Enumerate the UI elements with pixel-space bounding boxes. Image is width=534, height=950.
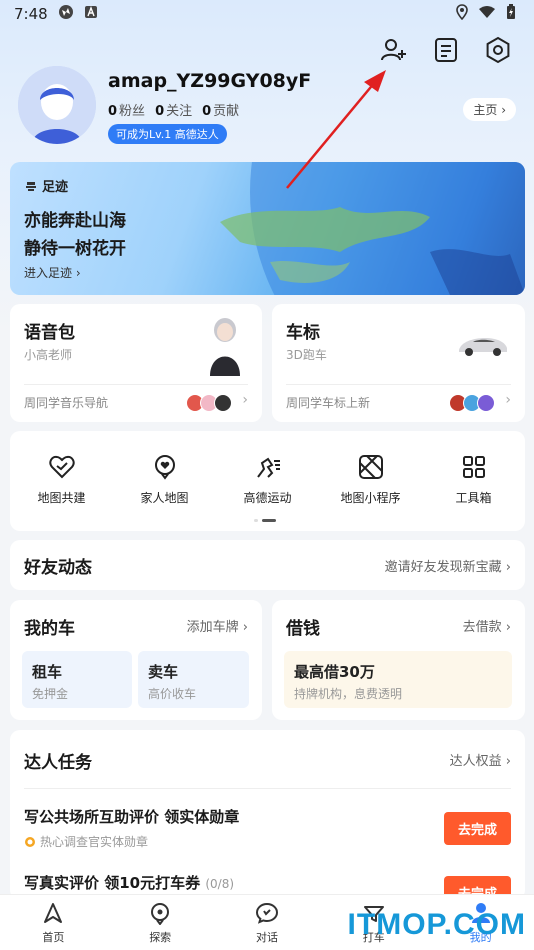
sell-car-box[interactable]: 卖车 高价收车 bbox=[138, 651, 249, 708]
fans-stat[interactable]: 0 粉丝 bbox=[108, 100, 145, 119]
voice-pack-subtitle: 小高老师 bbox=[24, 348, 73, 362]
username: amap_YZ99GY08yF bbox=[108, 70, 312, 92]
go-borrow-link[interactable]: 去借款 › bbox=[463, 616, 511, 635]
task-subtitle: 热心调查官实体勋章 bbox=[24, 833, 511, 850]
header-actions bbox=[380, 36, 512, 64]
watermark-logo: ITMOP.COM bbox=[347, 908, 526, 941]
voice-pack-divider bbox=[24, 384, 248, 385]
tool-toolbox[interactable]: 工具箱 bbox=[422, 453, 525, 506]
contrib-stat[interactable]: 0 贡献 bbox=[202, 100, 239, 119]
expert-tasks-divider bbox=[24, 788, 511, 789]
footprint-line2: 静待一树花开 bbox=[24, 239, 126, 259]
level-badge[interactable]: 可成为Lv.1 高德达人 bbox=[108, 124, 227, 144]
tool-mini-program[interactable]: 地图小程序 bbox=[319, 453, 422, 506]
loan-offer-sub: 持牌机构，息费透明 bbox=[294, 687, 403, 701]
friends-title: 好友动态 bbox=[24, 558, 92, 578]
expert-benefits-link[interactable]: 达人权益 › bbox=[450, 750, 511, 769]
car-icon-title: 车标 bbox=[286, 323, 320, 343]
chevron-right-icon: › bbox=[242, 392, 248, 408]
home-button[interactable]: 主页 › bbox=[463, 98, 516, 121]
explore-icon bbox=[151, 902, 170, 925]
footprint-banner[interactable]: 足迹 亦能奔赴山海 静待一树花开 进入足迹 › bbox=[10, 162, 525, 295]
footprint-icon bbox=[26, 181, 36, 191]
sport-icon bbox=[256, 457, 280, 478]
tool-family-map[interactable]: 家人地图 bbox=[113, 453, 216, 506]
tools-card: 地图共建 家人地图 高德运动 地图小程序 工具箱 bbox=[10, 431, 525, 531]
voice-pack-card[interactable]: 语音包 小高老师 周同学音乐导航 › bbox=[10, 304, 262, 422]
friends-card[interactable]: 好友动态 邀请好友发现新宝藏 › bbox=[10, 540, 525, 590]
expert-tasks-card: 达人任务 达人权益 › 写公共场所互助评价 领实体勋章 热心调查官实体勋章 去完… bbox=[10, 730, 525, 909]
car-icon-avatars bbox=[449, 394, 495, 412]
note-icon[interactable] bbox=[432, 36, 460, 64]
sports-car-image bbox=[459, 338, 507, 356]
voice-pack-title: 语音包 bbox=[24, 323, 75, 343]
car-icon-divider bbox=[286, 384, 511, 385]
loan-title: 借钱 bbox=[286, 619, 320, 639]
loan-offer-title: 最高借30万 bbox=[294, 663, 375, 681]
profile-section: amap_YZ99GY08yF 0 粉丝 0 关注 0 贡献 可成为Lv.1 高德达人… bbox=[18, 66, 518, 146]
task-item[interactable]: 写公共场所互助评价 领实体勋章 热心调查官实体勋章 去完成 bbox=[24, 806, 511, 850]
avatar[interactable] bbox=[18, 66, 96, 144]
battery-icon bbox=[506, 4, 516, 24]
loan-card: 借钱 去借款 › 最高借30万 持牌机构，息费透明 bbox=[272, 600, 525, 720]
settings-icon[interactable] bbox=[484, 36, 512, 64]
task-item[interactable]: 写真实评价 领10元打车券 (0/8) 去完成 bbox=[24, 872, 511, 909]
app-status-icon bbox=[84, 5, 98, 23]
task-title: 写公共场所互助评价 领实体勋章 bbox=[24, 808, 240, 826]
follows-stat[interactable]: 0 关注 bbox=[155, 100, 192, 119]
my-car-title: 我的车 bbox=[24, 619, 75, 639]
toolbox-icon bbox=[462, 456, 485, 478]
map-build-icon bbox=[48, 455, 75, 479]
task-title: 写真实评价 领10元打车券 (0/8) bbox=[24, 874, 235, 892]
tool-map-build[interactable]: 地图共建 bbox=[10, 453, 113, 506]
location-icon bbox=[456, 4, 468, 24]
family-map-icon bbox=[154, 455, 175, 480]
invite-friends-link[interactable]: 邀请好友发现新宝藏 › bbox=[385, 556, 511, 575]
mini-program-icon bbox=[358, 455, 383, 479]
profile-stats: 0 粉丝 0 关注 0 贡献 bbox=[108, 100, 239, 119]
tools-row: 地图共建 家人地图 高德运动 地图小程序 工具箱 bbox=[10, 453, 525, 506]
car-icon-footer: 周同学车标上新 bbox=[286, 396, 371, 410]
home-icon bbox=[44, 902, 63, 923]
voice-pack-avatars bbox=[186, 394, 232, 412]
nav-home[interactable]: 首页 bbox=[0, 895, 107, 950]
car-icon-card[interactable]: 车标 3D跑车 周同学车标上新 › bbox=[272, 304, 525, 422]
tools-page-indicator bbox=[254, 519, 276, 522]
nav-chat[interactable]: 对话 bbox=[214, 895, 321, 950]
footprint-title: 足迹 bbox=[24, 176, 68, 195]
sell-car-sub: 高价收车 bbox=[148, 687, 197, 701]
status-bar: 7:48 bbox=[0, 0, 534, 28]
expert-tasks-title: 达人任务 bbox=[24, 753, 92, 773]
loan-offer-box[interactable]: 最高借30万 持牌机构，息费透明 bbox=[284, 651, 512, 708]
rent-car-sub: 免押金 bbox=[32, 687, 69, 701]
my-car-card: 我的车 添加车牌 › 租车 免押金 卖车 高价收车 bbox=[10, 600, 262, 720]
add-friend-icon[interactable] bbox=[380, 36, 408, 64]
medal-icon bbox=[25, 836, 35, 847]
tool-sport[interactable]: 高德运动 bbox=[216, 453, 319, 506]
voice-pack-footer: 周同学音乐导航 bbox=[24, 396, 109, 410]
add-plate-link[interactable]: 添加车牌 › bbox=[187, 616, 248, 635]
nav-explore[interactable]: 探索 bbox=[107, 895, 214, 950]
enter-footprint-link[interactable]: 进入足迹 › bbox=[24, 264, 81, 281]
chevron-right-icon: › bbox=[505, 392, 511, 408]
footprint-line1: 亦能奔赴山海 bbox=[24, 211, 126, 231]
rent-car-title: 租车 bbox=[32, 663, 63, 681]
task-progress: (0/8) bbox=[205, 877, 235, 891]
voice-character-image bbox=[210, 318, 240, 376]
chat-icon bbox=[255, 902, 278, 924]
wifi-icon bbox=[478, 5, 496, 23]
complete-task-button[interactable]: 去完成 bbox=[443, 812, 511, 845]
car-icon-subtitle: 3D跑车 bbox=[286, 348, 327, 362]
sell-car-title: 卖车 bbox=[148, 663, 179, 681]
status-time: 7:48 bbox=[14, 5, 48, 23]
browser-status-icon bbox=[58, 4, 74, 24]
rent-car-box[interactable]: 租车 免押金 bbox=[22, 651, 132, 708]
